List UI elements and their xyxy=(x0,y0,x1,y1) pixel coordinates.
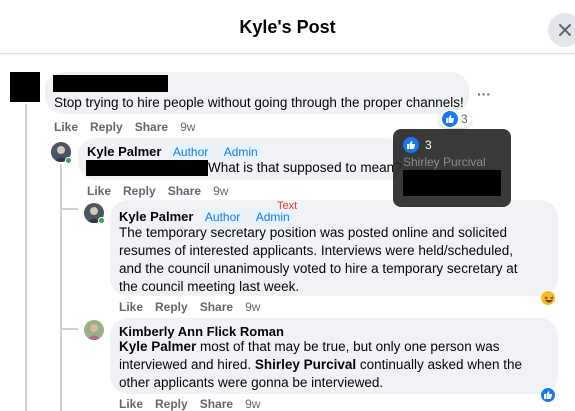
timestamp[interactable]: 9w xyxy=(213,184,228,198)
comment-actions: Like Reply Share 9w xyxy=(87,184,228,198)
like-reaction-icon xyxy=(403,137,419,153)
like-link[interactable]: Like xyxy=(119,397,143,411)
reaction-count: 3 xyxy=(461,112,468,126)
comment-actions: Like Reply Share 9w xyxy=(54,120,195,134)
like-reaction-icon xyxy=(442,111,458,127)
post-dialog-header: Kyle's Post xyxy=(0,0,575,54)
comment-text: Stop trying to hire people without going… xyxy=(54,95,464,110)
author-name[interactable]: Kimberly Ann Flick Roman xyxy=(119,324,284,339)
comment-actions: Like Reply Share 9w xyxy=(119,397,260,411)
comment-bubble: Kyle Palmer Author Admin Text The tempor… xyxy=(110,200,558,296)
author-name[interactable]: Kyle Palmer xyxy=(87,144,161,159)
like-reaction-icon[interactable] xyxy=(540,387,556,403)
comment-text: What is that supposed to mean? xyxy=(208,160,402,175)
mention-link[interactable]: Kyle Palmer xyxy=(119,339,196,354)
text-annotation: Text xyxy=(277,200,298,212)
tooltip-count: 3 xyxy=(425,138,432,152)
tooltip-person: Shirley Purcival xyxy=(403,155,486,169)
author-badge: Author xyxy=(200,209,245,225)
reply-link[interactable]: Reply xyxy=(90,120,123,134)
haha-reaction-icon[interactable] xyxy=(540,290,556,306)
comment-actions: Like Reply Share 9w xyxy=(119,300,260,314)
redacted-mention xyxy=(86,160,208,176)
timestamp[interactable]: 9w xyxy=(245,300,260,314)
close-icon xyxy=(559,24,571,36)
online-indicator xyxy=(98,217,105,224)
online-indicator xyxy=(65,157,72,164)
comment-bubble: Stop trying to hire people without going… xyxy=(45,72,469,114)
like-link[interactable]: Like xyxy=(54,120,78,134)
redacted-name xyxy=(53,75,168,92)
thread-line xyxy=(60,164,62,411)
reply-connector xyxy=(60,328,78,330)
share-link[interactable]: Share xyxy=(168,184,201,198)
comment-bubble: Kimberly Ann Flick Roman Kyle Palmer mos… xyxy=(110,318,558,394)
reply-connector xyxy=(60,208,78,210)
reactions-tooltip: 3 Shirley Purcival xyxy=(393,129,511,207)
author-badge: Author xyxy=(168,144,213,160)
timestamp[interactable]: 9w xyxy=(245,397,260,411)
comment-text: The temporary secretary position was pos… xyxy=(119,225,518,294)
admin-badge: Admin xyxy=(219,144,262,160)
redacted-person xyxy=(403,170,501,196)
reaction-summary[interactable]: 3 xyxy=(439,110,471,128)
like-link[interactable]: Like xyxy=(87,184,111,198)
reply-link[interactable]: Reply xyxy=(123,184,156,198)
share-link[interactable]: Share xyxy=(200,300,233,314)
share-link[interactable]: Share xyxy=(200,397,233,411)
avatar-kimberly xyxy=(84,320,104,340)
like-link[interactable]: Like xyxy=(119,300,143,314)
share-link[interactable]: Share xyxy=(135,120,168,134)
more-options-button[interactable]: ··· xyxy=(477,86,491,102)
author-name[interactable]: Kyle Palmer xyxy=(119,209,193,224)
dialog-title: Kyle's Post xyxy=(239,17,336,37)
comment-bubble: Kyle Palmer Author Admin What is that su… xyxy=(78,138,404,180)
timestamp[interactable]: 9w xyxy=(180,120,195,134)
close-button[interactable] xyxy=(548,13,575,47)
comment-text: Kyle Palmer most of that may be true, bu… xyxy=(119,339,523,390)
reply-link[interactable]: Reply xyxy=(155,397,188,411)
mention-link[interactable]: Shirley Purcival xyxy=(255,357,356,372)
reply-link[interactable]: Reply xyxy=(155,300,188,314)
thread-line xyxy=(25,104,27,411)
avatar-redacted xyxy=(10,72,40,102)
